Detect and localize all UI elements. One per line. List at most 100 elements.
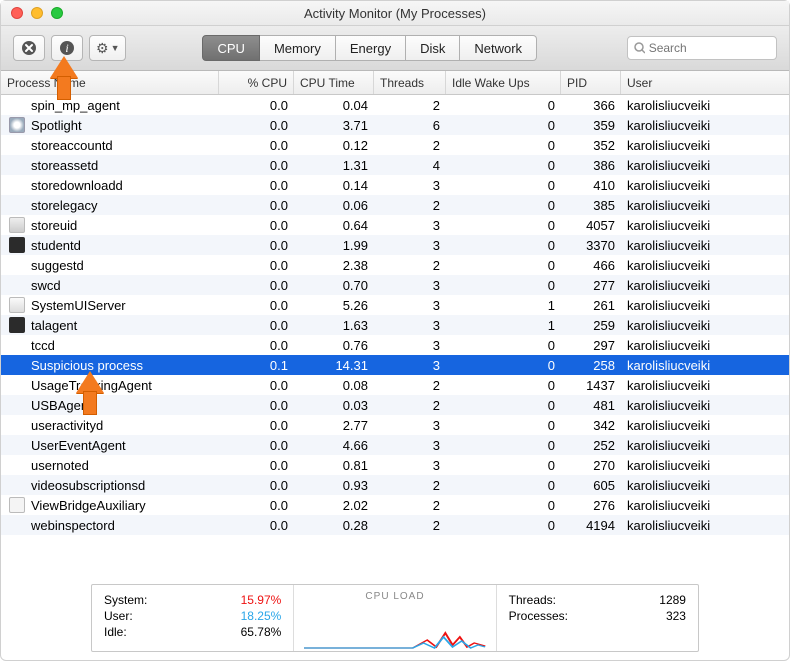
cell-pid: 252	[561, 438, 621, 453]
blank-icon	[9, 197, 25, 213]
cell-user: karolisliucveiki	[621, 118, 789, 133]
table-row[interactable]: storeuid0.00.64304057karolisliucveiki	[1, 215, 789, 235]
cell-user: karolisliucveiki	[621, 518, 789, 533]
cell-wake: 0	[446, 338, 561, 353]
blank-icon	[9, 397, 25, 413]
tab-energy[interactable]: Energy	[336, 35, 406, 61]
cell-user: karolisliucveiki	[621, 478, 789, 493]
cell-wake: 0	[446, 358, 561, 373]
cell-threads: 4	[374, 158, 446, 173]
table-row[interactable]: usernoted0.00.8130270karolisliucveiki	[1, 455, 789, 475]
table-row[interactable]: swcd0.00.7030277karolisliucveiki	[1, 275, 789, 295]
threads-value: 1289	[659, 593, 686, 607]
blank-icon	[9, 137, 25, 153]
process-name: storeassetd	[31, 158, 98, 173]
cell-cpu: 0.0	[219, 138, 294, 153]
cell-cpu: 0.0	[219, 198, 294, 213]
settings-button[interactable]: ⚙︎ ▼	[89, 35, 126, 61]
col-cpu-time[interactable]: CPU Time	[294, 71, 374, 94]
cell-threads: 2	[374, 98, 446, 113]
table-row[interactable]: studentd0.01.99303370karolisliucveiki	[1, 235, 789, 255]
table-row[interactable]: UsageTrackingAgent0.00.08201437karolisli…	[1, 375, 789, 395]
table-row[interactable]: tccd0.00.7630297karolisliucveiki	[1, 335, 789, 355]
blank-icon	[9, 357, 25, 373]
blank-icon	[9, 157, 25, 173]
table-row[interactable]: Spotlight0.03.7160359karolisliucveiki	[1, 115, 789, 135]
cell-threads: 2	[374, 258, 446, 273]
table-row[interactable]: storeaccountd0.00.1220352karolisliucveik…	[1, 135, 789, 155]
blank-icon	[9, 257, 25, 273]
cpu-load-label: CPU LOAD	[365, 591, 424, 602]
cell-wake: 0	[446, 458, 561, 473]
table-row[interactable]: spin_mp_agent0.00.0420366karolisliucveik…	[1, 95, 789, 115]
cell-threads: 2	[374, 378, 446, 393]
cell-pid: 1437	[561, 378, 621, 393]
table-row[interactable]: storelegacy0.00.0620385karolisliucveiki	[1, 195, 789, 215]
cell-wake: 0	[446, 478, 561, 493]
tab-memory[interactable]: Memory	[260, 35, 336, 61]
cell-cpu: 0.0	[219, 278, 294, 293]
table-row[interactable]: storeassetd0.01.3140386karolisliucveiki	[1, 155, 789, 175]
cell-cpu: 0.0	[219, 238, 294, 253]
cell-time: 0.76	[294, 338, 374, 353]
blank-icon	[9, 437, 25, 453]
process-name: tccd	[31, 338, 55, 353]
table-row[interactable]: webinspectord0.00.28204194karolisliucvei…	[1, 515, 789, 535]
process-table[interactable]: spin_mp_agent0.00.0420366karolisliucveik…	[1, 95, 789, 565]
search-field[interactable]	[627, 36, 777, 60]
table-row[interactable]: ViewBridgeAuxiliary0.02.0220276karolisli…	[1, 495, 789, 515]
system-label: System:	[104, 593, 147, 607]
search-input[interactable]	[649, 41, 770, 55]
table-row[interactable]: talagent0.01.6331259karolisliucveiki	[1, 315, 789, 335]
table-row[interactable]: Suspicious process0.114.3130258karolisli…	[1, 355, 789, 375]
cell-cpu: 0.0	[219, 478, 294, 493]
cell-user: karolisliucveiki	[621, 458, 789, 473]
process-name: useractivityd	[31, 418, 103, 433]
table-row[interactable]: useractivityd0.02.7730342karolisliucveik…	[1, 415, 789, 435]
process-name: suggestd	[31, 258, 84, 273]
table-row[interactable]: SystemUIServer0.05.2631261karolisliucvei…	[1, 295, 789, 315]
cell-time: 5.26	[294, 298, 374, 313]
tab-network[interactable]: Network	[460, 35, 537, 61]
cell-wake: 0	[446, 398, 561, 413]
process-name: swcd	[31, 278, 61, 293]
cell-user: karolisliucveiki	[621, 238, 789, 253]
cell-cpu: 0.0	[219, 338, 294, 353]
app-icon	[9, 217, 25, 233]
search-icon	[634, 42, 645, 54]
info-icon: i	[59, 40, 75, 56]
cell-cpu: 0.0	[219, 258, 294, 273]
cell-cpu: 0.0	[219, 418, 294, 433]
cell-user: karolisliucveiki	[621, 198, 789, 213]
annotation-arrow-top-body	[57, 76, 71, 100]
tab-disk[interactable]: Disk	[406, 35, 460, 61]
col-wake[interactable]: Idle Wake Ups	[446, 71, 561, 94]
col-pid[interactable]: PID	[561, 71, 621, 94]
table-row[interactable]: suggestd0.02.3820466karolisliucveiki	[1, 255, 789, 275]
col-threads[interactable]: Threads	[374, 71, 446, 94]
cell-user: karolisliucveiki	[621, 278, 789, 293]
cell-pid: 297	[561, 338, 621, 353]
cell-pid: 366	[561, 98, 621, 113]
col-cpu[interactable]: % CPU	[219, 71, 294, 94]
cell-threads: 3	[374, 338, 446, 353]
table-row[interactable]: UserEventAgent0.04.6630252karolisliucvei…	[1, 435, 789, 455]
col-user[interactable]: User	[621, 71, 789, 94]
col-process-name[interactable]: Process Name	[1, 71, 219, 94]
table-row[interactable]: USBAgent0.00.0320481karolisliucveiki	[1, 395, 789, 415]
process-name: Spotlight	[31, 118, 82, 133]
process-name: UserEventAgent	[31, 438, 126, 453]
process-name: ViewBridgeAuxiliary	[31, 498, 146, 513]
cell-time: 4.66	[294, 438, 374, 453]
cell-user: karolisliucveiki	[621, 258, 789, 273]
app-icon	[9, 317, 25, 333]
cell-wake: 0	[446, 498, 561, 513]
cell-cpu: 0.0	[219, 378, 294, 393]
table-row[interactable]: videosubscriptionsd0.00.9320605karolisli…	[1, 475, 789, 495]
table-row[interactable]: storedownloadd0.00.1430410karolisliucvei…	[1, 175, 789, 195]
cell-threads: 3	[374, 298, 446, 313]
cpu-load-graph: CPU LOAD	[293, 585, 496, 651]
stop-process-button[interactable]	[13, 35, 45, 61]
blank-icon	[9, 177, 25, 193]
tab-cpu[interactable]: CPU	[202, 35, 259, 61]
